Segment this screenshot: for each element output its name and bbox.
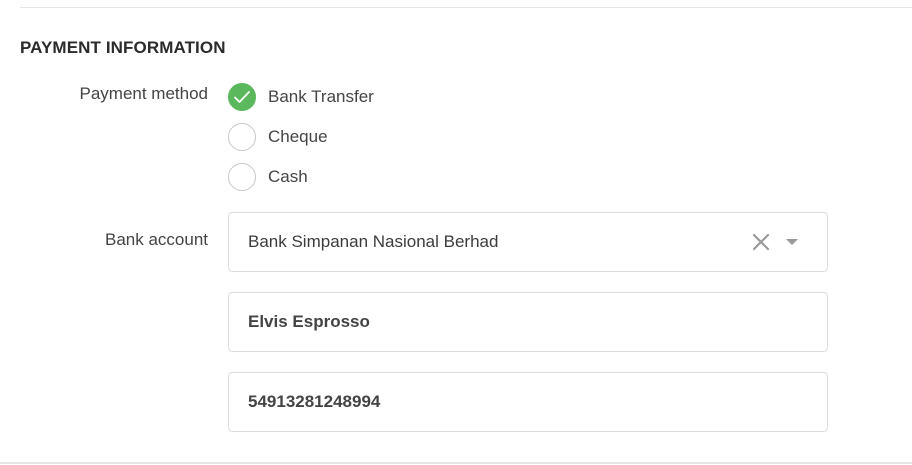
bottom-divider	[0, 462, 912, 464]
close-icon[interactable]	[751, 232, 771, 252]
radio-cheque[interactable]	[228, 123, 256, 151]
account-number-field[interactable]: 54913281248994	[228, 372, 828, 432]
top-divider	[20, 7, 912, 8]
bank-account-label: Bank account	[104, 230, 208, 249]
payment-method-radio-group: Bank Transfer Cheque Cash	[228, 82, 374, 202]
bank-select[interactable]: Bank Simpanan Nasional Berhad	[228, 212, 828, 272]
section-title: PAYMENT INFORMATION	[20, 38, 226, 57]
radio-option-cheque[interactable]: Cheque	[228, 122, 374, 152]
check-icon	[234, 91, 250, 103]
account-holder-field[interactable]: Elvis Esprosso	[228, 292, 828, 352]
radio-bank-transfer[interactable]	[228, 83, 256, 111]
radio-cash[interactable]	[228, 163, 256, 191]
bank-select-value: Bank Simpanan Nasional Berhad	[248, 232, 499, 251]
account-number-value: 54913281248994	[248, 392, 381, 411]
radio-label-cash: Cash	[268, 167, 308, 186]
radio-label-bank-transfer: Bank Transfer	[268, 87, 374, 106]
radio-option-bank-transfer[interactable]: Bank Transfer	[228, 82, 374, 112]
radio-label-cheque: Cheque	[268, 127, 328, 146]
account-holder-value: Elvis Esprosso	[248, 312, 370, 331]
radio-option-cash[interactable]: Cash	[228, 162, 374, 192]
payment-method-label: Payment method	[79, 84, 208, 103]
chevron-down-icon[interactable]	[785, 235, 799, 249]
